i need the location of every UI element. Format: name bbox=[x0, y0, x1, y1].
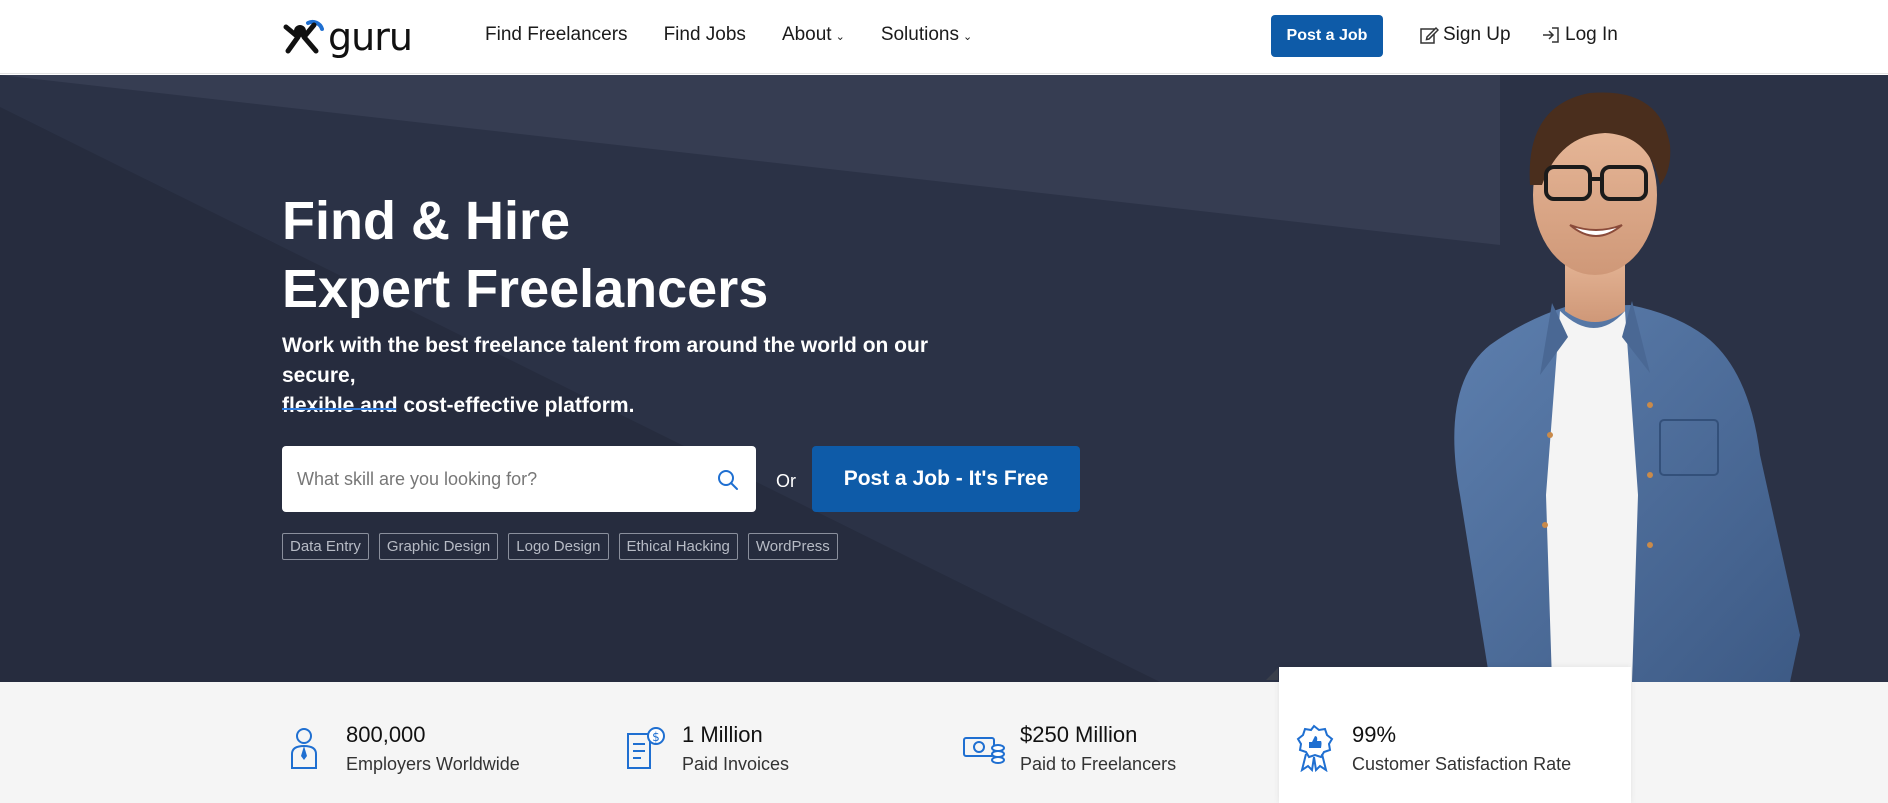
chevron-down-icon: ⌄ bbox=[835, 30, 845, 43]
main-nav: Find Freelancers Find Jobs About ⌄ Solut… bbox=[485, 24, 1008, 46]
stat-paid: $250 Million Paid to Freelancers bbox=[962, 722, 1176, 778]
tag-graphic-design[interactable]: Graphic Design bbox=[378, 533, 499, 560]
employer-icon bbox=[291, 728, 317, 769]
hero-subtitle-line2: flexible and cost-effective platform. bbox=[282, 394, 635, 417]
nav-solutions[interactable]: Solutions ⌄ bbox=[881, 24, 972, 46]
nav-about[interactable]: About ⌄ bbox=[782, 24, 845, 46]
stat-label: Paid to Freelancers bbox=[1020, 754, 1177, 774]
svg-text:$: $ bbox=[652, 730, 660, 744]
invoice-icon: $ bbox=[627, 727, 665, 769]
login-icon bbox=[1543, 27, 1559, 43]
stat-value: 99% bbox=[1352, 722, 1397, 747]
post-job-free-button[interactable]: Post a Job - It's Free bbox=[812, 446, 1080, 512]
stat-value: 800,000 bbox=[346, 722, 426, 747]
guru-mark-icon bbox=[283, 19, 324, 54]
hero-person-image bbox=[1454, 92, 1800, 682]
nav-find-jobs[interactable]: Find Jobs bbox=[664, 24, 746, 46]
stat-value: 1 Million bbox=[682, 722, 763, 747]
nav-find-freelancers[interactable]: Find Freelancers bbox=[485, 24, 628, 46]
log-in-link[interactable]: Log In bbox=[1541, 24, 1618, 46]
skill-search-input[interactable] bbox=[282, 446, 702, 512]
sign-up-label: Sign Up bbox=[1443, 24, 1511, 45]
nav-label: About bbox=[781, 24, 832, 45]
tag-logo-design[interactable]: Logo Design bbox=[508, 533, 609, 560]
tag-data-entry[interactable]: Data Entry bbox=[282, 533, 369, 560]
site-header: guru Find Freelancers Find Jobs About ⌄ … bbox=[0, 0, 1888, 74]
stat-label: Customer Satisfaction Rate bbox=[1352, 754, 1572, 774]
edit-icon bbox=[1420, 26, 1439, 44]
stat-label: Employers Worldwide bbox=[346, 754, 520, 774]
post-job-button[interactable]: Post a Job bbox=[1271, 15, 1383, 57]
stat-satisfaction: 99% Customer Satisfaction Rate bbox=[1294, 722, 1571, 778]
tag-ethical-hacking[interactable]: Ethical Hacking bbox=[618, 533, 738, 560]
hero-section: Find & Hire Expert Freelancers Work with… bbox=[0, 75, 1888, 682]
tag-wordpress[interactable]: WordPress bbox=[747, 533, 838, 560]
hero-divider bbox=[282, 408, 396, 410]
stat-employers: 800,000 Employers Worldwide bbox=[288, 722, 520, 778]
nav-label: Solutions bbox=[880, 24, 959, 45]
guru-logo[interactable]: guru bbox=[282, 15, 413, 59]
chevron-down-icon: ⌄ bbox=[962, 30, 973, 43]
log-in-label: Log In bbox=[1565, 24, 1618, 45]
hero-subtitle-line1: Work with the best freelance talent from… bbox=[282, 334, 929, 387]
hero-title-line2: Expert Freelancers bbox=[282, 259, 769, 319]
corner-notch-icon bbox=[1266, 668, 1278, 680]
search-icon[interactable] bbox=[716, 468, 740, 492]
sign-up-link[interactable]: Sign Up bbox=[1419, 24, 1511, 46]
stat-label: Paid Invoices bbox=[682, 754, 790, 774]
hero-title-line1: Find & Hire bbox=[282, 191, 571, 251]
award-icon bbox=[1296, 724, 1334, 772]
logo-text: guru bbox=[328, 15, 413, 59]
popular-skill-tags: Data Entry Graphic Design Logo Design Et… bbox=[282, 533, 838, 560]
hero-title: Find & Hire Expert Freelancers bbox=[282, 187, 768, 323]
or-label: Or bbox=[776, 471, 796, 491]
money-icon bbox=[963, 737, 1005, 764]
skill-search-box bbox=[282, 446, 756, 512]
nav-label: Find Freelancers bbox=[485, 24, 628, 45]
stat-invoices: $ 1 Million Paid Invoices bbox=[624, 722, 789, 778]
stat-value: $250 Million bbox=[1020, 722, 1138, 747]
nav-label: Find Jobs bbox=[663, 24, 746, 45]
